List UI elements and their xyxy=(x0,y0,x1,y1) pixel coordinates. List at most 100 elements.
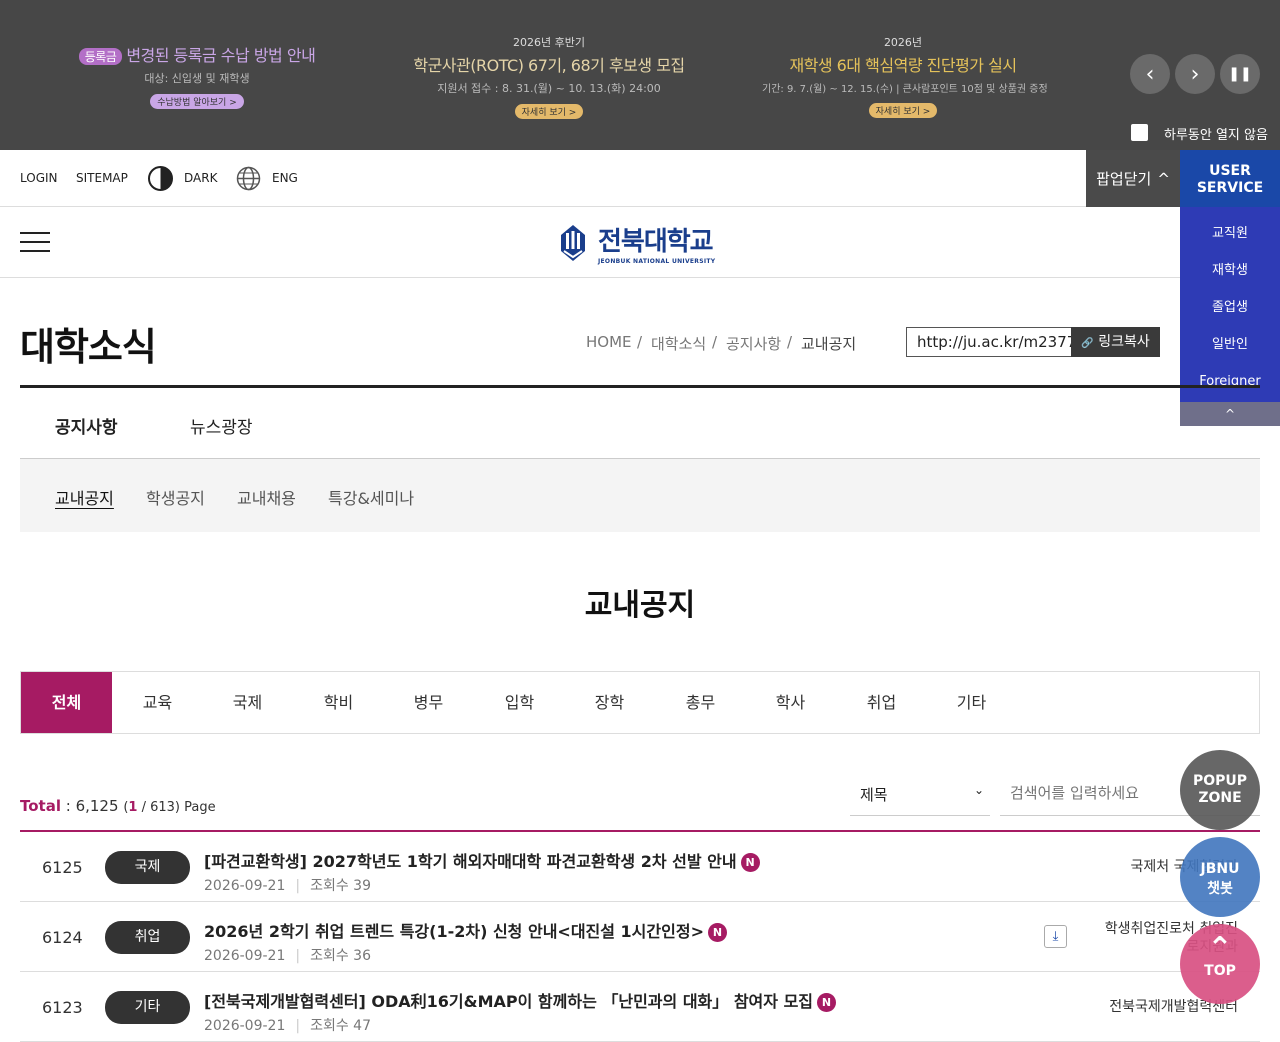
no-show-checkbox[interactable] xyxy=(1131,124,1148,141)
pause-icon[interactable]: ❚❚ xyxy=(1220,54,1260,94)
row-title-text: 2026년 2학기 취업 트렌드 특강(1-2차) 신청 안내<대진설 1시간인… xyxy=(204,922,704,941)
new-badge: N xyxy=(740,853,760,872)
chevron-down-icon: ⌄ xyxy=(973,783,984,797)
category-tab[interactable]: 장학 xyxy=(564,672,655,733)
popup-sub: 지원서 접수 : 8. 31.(월) ~ 10. 13.(화) 24:00 xyxy=(437,82,661,95)
subtab-seminar[interactable]: 특강&세미나 xyxy=(328,485,414,509)
user-service-item-faculty[interactable]: 교직원 xyxy=(1180,215,1280,252)
popup-title: 재학생 6대 핵심역량 진단평가 실시 xyxy=(789,56,1017,75)
row-views: 조회수 39 xyxy=(310,878,371,894)
chevron-up-icon: ^ xyxy=(1157,169,1170,188)
row-date: 2026-09-21 xyxy=(204,878,286,894)
row-meta: 2026-09-21 | 조회수 39 xyxy=(204,878,371,894)
category-tab[interactable]: 전체 xyxy=(21,672,112,733)
row-date: 2026-09-21 xyxy=(204,948,286,964)
row-number: 6124 xyxy=(42,928,83,947)
sitemap-link[interactable]: SITEMAP xyxy=(76,171,128,185)
category-tab[interactable]: 학사 xyxy=(745,672,836,733)
popup-button[interactable]: 자세히 보기 > xyxy=(514,104,584,119)
logo-emblem-icon xyxy=(561,225,585,261)
table-row[interactable]: 6125 국제 [파견교환학생] 2027학년도 1학기 해외자매대학 파견교환… xyxy=(20,832,1260,902)
category-tab[interactable]: 학비 xyxy=(293,672,384,733)
row-title[interactable]: 2026년 2학기 취업 트렌드 특강(1-2차) 신청 안내<대진설 1시간인… xyxy=(204,918,727,942)
popup-banner: 등록금 변경된 등록금 수납 방법 안내 대상: 신입생 및 재학생 수납방법 알… xyxy=(0,0,1280,150)
popup-tag: 등록금 xyxy=(78,48,123,65)
arrow-up-icon: ⌃ xyxy=(1207,931,1233,966)
category-tab[interactable]: 교육 xyxy=(112,672,203,733)
popup-item-1[interactable]: 등록금 변경된 등록금 수납 방법 안내 대상: 신입생 및 재학생 수납방법 알… xyxy=(66,34,328,109)
row-title[interactable]: [전북국제개발협력센터] ODA利16기&MAP이 함께하는 「난민과의 대화」… xyxy=(204,988,837,1012)
no-show-label[interactable]: 하루동안 열지 않음 xyxy=(1164,124,1268,143)
category-tab[interactable]: 입학 xyxy=(474,672,565,733)
globe-icon[interactable] xyxy=(236,166,261,191)
user-service-item-student[interactable]: 재학생 xyxy=(1180,252,1280,289)
subtab-campus-notice[interactable]: 교내공지 xyxy=(55,485,114,509)
table-row[interactable]: 6123 기타 [전북국제개발협력센터] ODA利16기&MAP이 함께하는 「… xyxy=(20,972,1260,1042)
tab-news[interactable]: 뉴스광장 xyxy=(190,413,253,438)
tab-notice[interactable]: 공지사항 xyxy=(55,413,118,438)
popup-top: 2026년 xyxy=(883,36,923,49)
row-date: 2026-09-21 xyxy=(204,1018,286,1034)
row-title-text: [전북국제개발협력센터] ODA利16기&MAP이 함께하는 「난민과의 대화」… xyxy=(204,992,814,1011)
row-title[interactable]: [파견교환학생] 2027학년도 1학기 해외자매대학 파견교환학생 2차 선발… xyxy=(204,848,760,872)
section-title: 교내공지 xyxy=(584,588,696,623)
row-meta: 2026-09-21 | 조회수 36 xyxy=(204,948,371,964)
user-service-item-public[interactable]: 일반인 xyxy=(1180,326,1280,363)
collapse-up-icon[interactable]: ^ xyxy=(1180,402,1280,426)
popup-zone-button[interactable]: POPUP ZONE xyxy=(1180,750,1260,830)
logo-name-en: JEONBUK NATIONAL UNIVERSITY xyxy=(598,258,716,265)
logo-name: 전북대학교 xyxy=(598,227,714,257)
table-row[interactable]: 6124 취업 2026년 2학기 취업 트렌드 특강(1-2차) 신청 안내<… xyxy=(20,902,1260,972)
breadcrumb-item[interactable]: 공지사항 xyxy=(726,333,781,354)
prev-icon[interactable]: ‹ xyxy=(1130,54,1170,94)
scroll-top-button[interactable]: ⌃ TOP xyxy=(1180,924,1260,1004)
category-tab[interactable]: 총무 xyxy=(655,672,746,733)
dark-mode-icon[interactable] xyxy=(148,166,173,191)
category-badge: 국제 xyxy=(105,851,190,884)
user-service-title-line2: SERVICE xyxy=(1196,180,1264,196)
popup-item-3[interactable]: 2026년 재학생 6대 핵심역량 진단평가 실시 기간: 9. 7.(월) ~… xyxy=(762,34,1048,118)
popup-zone-line2: ZONE xyxy=(1198,790,1242,806)
subtab-campus-hiring[interactable]: 교내채용 xyxy=(237,485,296,509)
breadcrumb-sep: / xyxy=(787,333,793,351)
copy-link-button[interactable]: 🔗 링크복사 xyxy=(1071,327,1160,357)
page-total: 613 xyxy=(150,800,175,815)
popup-close-button[interactable]: 팝업닫기 ^ xyxy=(1086,150,1180,207)
popup-zone-line1: POPUP xyxy=(1192,773,1248,789)
subtab-student-notice[interactable]: 학생공지 xyxy=(146,485,205,509)
site-logo[interactable]: 전북대학교 JEONBUK NATIONAL UNIVERSITY xyxy=(558,221,715,265)
chatbot-button[interactable]: JBNU 챗봇 xyxy=(1180,837,1260,917)
new-badge: N xyxy=(707,923,727,942)
login-link[interactable]: LOGIN xyxy=(20,171,58,185)
popup-item-2[interactable]: 2026년 후반기 학군사관(ROTC) 67기, 68기 후보생 모집 지원서… xyxy=(400,34,698,119)
breadcrumb-home[interactable]: HOME xyxy=(586,333,632,351)
short-url-field[interactable]: http://ju.ac.kr/m2377 xyxy=(906,327,1076,357)
top-label: TOP xyxy=(1204,963,1236,979)
user-service-item-foreigner[interactable]: Foreigner xyxy=(1180,363,1280,400)
row-views: 조회수 36 xyxy=(310,948,371,964)
popup-sub: 대상: 신입생 및 재학생 xyxy=(144,72,250,85)
category-tab[interactable]: 취업 xyxy=(836,672,927,733)
category-tab[interactable]: 기타 xyxy=(926,672,1017,733)
breadcrumb-item[interactable]: 대학소식 xyxy=(651,333,706,354)
popup-button[interactable]: 수납방법 알아보기 > xyxy=(150,94,244,109)
row-views: 조회수 47 xyxy=(310,1018,371,1034)
category-badge: 취업 xyxy=(105,921,190,954)
copy-link-label: 링크복사 xyxy=(1098,334,1150,350)
eng-link[interactable]: ENG xyxy=(272,171,298,185)
total-count: Total : 6,125 (1 / 613) Page xyxy=(20,797,216,815)
search-field-select[interactable]: 제목 ⌄ xyxy=(850,770,990,816)
user-service-title: USER SERVICE xyxy=(1180,150,1280,207)
title-divider xyxy=(20,385,1260,388)
new-badge: N xyxy=(817,993,837,1012)
popup-button[interactable]: 자세히 보기 > xyxy=(868,103,938,118)
next-icon[interactable]: › xyxy=(1175,54,1215,94)
category-tab[interactable]: 국제 xyxy=(202,672,293,733)
chatbot-line1: JBNU xyxy=(1200,861,1240,877)
user-service-item-alumni[interactable]: 졸업생 xyxy=(1180,289,1280,326)
dark-link[interactable]: DARK xyxy=(184,171,217,185)
category-tab[interactable]: 병무 xyxy=(383,672,474,733)
menu-icon[interactable] xyxy=(20,232,50,252)
download-icon[interactable]: ⤓ xyxy=(1044,925,1067,948)
breadcrumb-sep: / xyxy=(712,333,718,351)
